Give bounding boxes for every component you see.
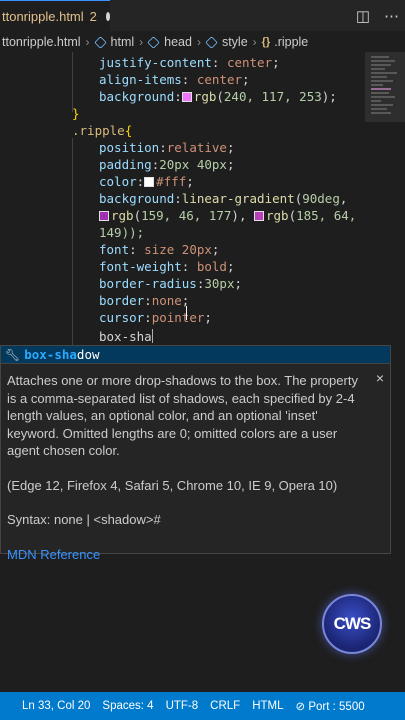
code-line: } — [72, 106, 80, 121]
chevron-right-icon: › — [85, 35, 90, 49]
code-line-current: box-sha — [99, 329, 153, 344]
code-line: cursor:pointer; — [99, 310, 212, 325]
minimap-line — [371, 60, 395, 62]
minimap-line — [371, 96, 395, 98]
tab-problems-count: 2 — [89, 9, 97, 24]
code-line: border:none; — [99, 293, 190, 308]
suggestion-item-box-shadow[interactable]: 🔧︎ box-sha dow — [1, 346, 390, 363]
browser-support: (Edge 12, Firefox 4, Safari 5, Chrome 10… — [7, 477, 338, 493]
breadcrumb-ripple[interactable]: {} .ripple — [262, 35, 309, 49]
code-line: padding:20px 40px; — [99, 157, 235, 172]
breadcrumb-file[interactable]: ttonripple.html — [2, 35, 81, 49]
cursor-position[interactable]: Ln 33, Col 20 — [22, 700, 90, 712]
color-swatch[interactable] — [181, 92, 192, 102]
cube-icon — [147, 35, 160, 49]
cube-icon — [205, 35, 218, 49]
minimap-line — [371, 108, 387, 110]
end-of-line[interactable]: CRLF — [210, 700, 240, 712]
css-selector-icon: {} — [261, 36, 271, 48]
code-line: color: #fff; — [99, 174, 194, 189]
split-editor-icon[interactable]: ◫ — [356, 7, 370, 25]
code-line: font-weight: bold; — [99, 259, 235, 274]
minimap-line — [371, 92, 389, 94]
wrench-icon: 🔧︎ — [5, 347, 21, 362]
code-line: position:relative; — [99, 140, 235, 155]
code-line: .ripple{ — [72, 123, 133, 138]
suggest-widget: 🔧︎ box-sha dow — [0, 345, 391, 364]
chevron-right-icon: › — [252, 35, 257, 49]
minimap-line — [371, 100, 381, 102]
code-line: background: rgb(240, 117, 253); — [99, 89, 337, 104]
broadcast-icon: ⊘ — [295, 701, 309, 713]
editor-tab[interactable]: ttonripple.html 2 — [0, 0, 110, 32]
encoding[interactable]: UTF-8 — [166, 700, 199, 712]
indent-guide — [72, 52, 73, 112]
minimap-line — [371, 72, 397, 74]
code-line: font: size 20px; — [99, 242, 220, 257]
minimap-line — [371, 84, 383, 86]
property-description: Attaches one or more drop-shadows to the… — [7, 373, 358, 458]
cube-icon — [93, 35, 107, 49]
logo-text: CWS — [333, 614, 372, 633]
color-swatch[interactable] — [144, 177, 155, 187]
minimap-line — [371, 68, 385, 70]
chevron-right-icon: › — [139, 35, 144, 49]
close-icon[interactable]: × — [376, 370, 384, 388]
color-swatch[interactable] — [254, 211, 264, 221]
editor-actions: ◫ ⋯ — [356, 0, 399, 32]
indentation[interactable]: Spaces: 4 — [102, 700, 153, 712]
minimap-line — [371, 112, 391, 114]
breadcrumb-head[interactable]: head — [147, 35, 192, 49]
minimap-line — [371, 104, 393, 106]
live-server-port[interactable]: ⊘ Port : 5500 — [296, 699, 365, 713]
status-bar: Ln 33, Col 20 Spaces: 4 UTF-8 CRLF HTML … — [0, 692, 405, 720]
text-cursor — [151, 329, 153, 343]
unsaved-dot-icon[interactable] — [105, 12, 110, 21]
minimap-line — [371, 88, 391, 90]
minimap-line — [371, 56, 389, 58]
suggestion-match: box-sha — [24, 347, 77, 362]
code-line: border-radius:30px; — [99, 276, 243, 291]
suggestion-rest: dow — [76, 347, 100, 362]
tab-bar: ttonripple.html 2 ◫ ⋯ — [0, 0, 405, 32]
code-line: align-items: center; — [99, 72, 250, 87]
chevron-right-icon: › — [196, 35, 201, 49]
minimap-line — [371, 76, 387, 78]
code-line: justify-content: center; — [99, 55, 280, 70]
tab-title: ttonripple.html — [2, 9, 84, 24]
breadcrumb-style[interactable]: style — [205, 35, 248, 49]
indent-guide — [72, 138, 73, 378]
breadcrumb: ttonripple.html › html › head › style › … — [0, 32, 405, 52]
mouse-ibeam-icon — [186, 306, 192, 320]
minimap-line — [371, 80, 393, 82]
code-line: rgb(159, 46, 177), rgb(185, 64, — [99, 207, 356, 224]
minimap-line — [371, 64, 391, 66]
channel-logo: CWS — [322, 594, 382, 654]
suggestion-details: × Attaches one or more drop-shadows to t… — [0, 364, 391, 562]
color-swatch[interactable] — [99, 211, 109, 221]
code-line: background:linear-gradient(90deg, — [99, 191, 348, 206]
property-syntax: Syntax: none | <shadow># — [7, 512, 161, 527]
mdn-reference-link[interactable]: MDN Reference — [7, 546, 362, 564]
more-actions-icon[interactable]: ⋯ — [384, 7, 399, 25]
breadcrumb-html[interactable]: html — [93, 35, 134, 49]
code-line: 149)); — [99, 225, 145, 240]
language-mode[interactable]: HTML — [252, 700, 283, 712]
